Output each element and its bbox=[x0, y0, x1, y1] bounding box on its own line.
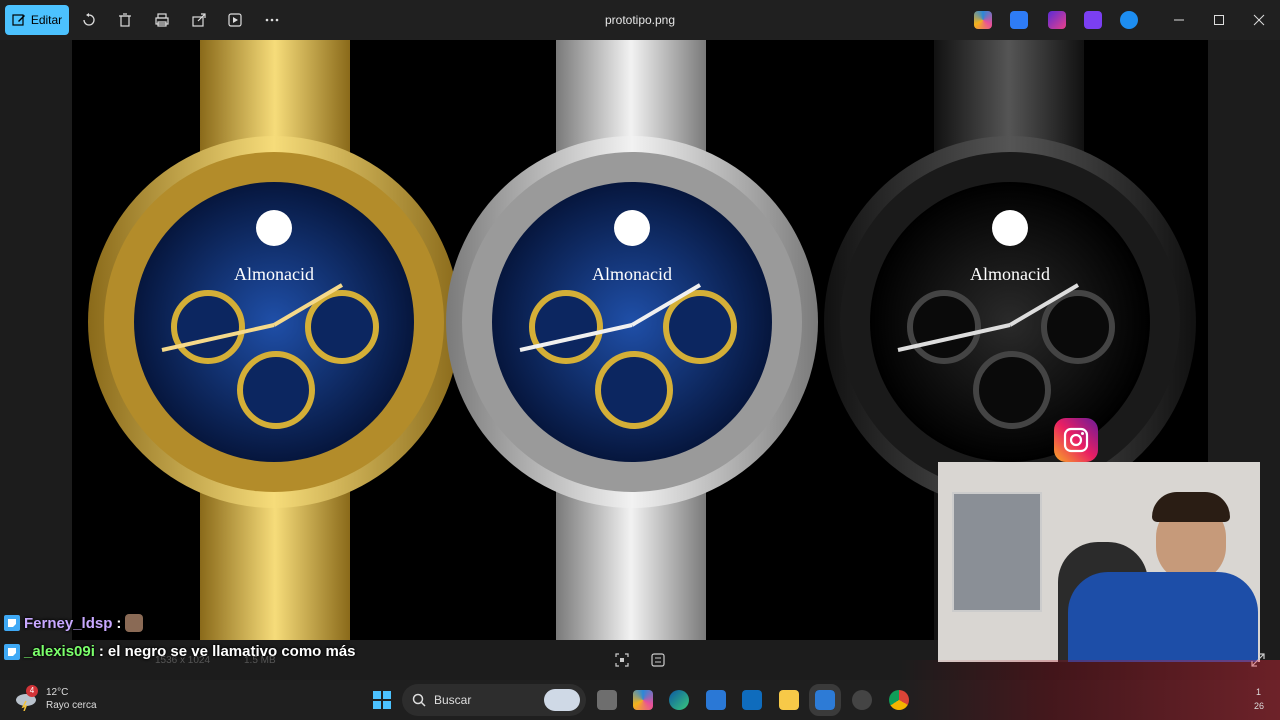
edge-icon[interactable] bbox=[669, 690, 689, 710]
instagram-icon bbox=[1054, 418, 1098, 462]
webcam-overlay bbox=[938, 462, 1260, 662]
edit-icon bbox=[12, 14, 25, 26]
gold-watch: Almonacid bbox=[88, 40, 460, 640]
image-dimensions: 1536 x 1024 bbox=[155, 655, 211, 666]
maximize-icon[interactable] bbox=[1209, 10, 1229, 30]
person-hair bbox=[1152, 492, 1230, 522]
twitch-badge-icon bbox=[4, 615, 20, 631]
copilot-icon[interactable] bbox=[974, 11, 992, 29]
close-icon[interactable] bbox=[1249, 10, 1269, 30]
video-editor-icon[interactable] bbox=[1084, 11, 1102, 29]
clock-fragment: 1 bbox=[1256, 687, 1262, 697]
obs-icon[interactable] bbox=[852, 690, 872, 710]
chrome-icon[interactable] bbox=[889, 690, 909, 710]
file-size: 1.5 MB bbox=[244, 655, 276, 666]
weather-widget[interactable]: 4 12°C Rayo cerca bbox=[14, 685, 97, 712]
search-highlight-icon bbox=[544, 689, 580, 711]
search-placeholder: Buscar bbox=[434, 693, 472, 707]
rotate-icon[interactable] bbox=[79, 10, 99, 30]
store-icon[interactable] bbox=[706, 690, 726, 710]
print-icon[interactable] bbox=[152, 10, 172, 30]
task-view-icon[interactable] bbox=[597, 690, 617, 710]
silver-watch: Almonacid bbox=[446, 40, 818, 640]
chat-separator: : bbox=[116, 614, 122, 632]
search-icon bbox=[412, 693, 426, 707]
emote-icon bbox=[125, 614, 144, 632]
share-icon[interactable] bbox=[189, 10, 209, 30]
date-fragment: 26 bbox=[1254, 701, 1265, 711]
file-explorer-icon[interactable] bbox=[779, 690, 799, 710]
chat-username: Ferney_ldsp bbox=[24, 614, 113, 632]
weather-icon: 4 bbox=[14, 685, 38, 712]
start-icon[interactable] bbox=[372, 690, 392, 710]
wall-poster bbox=[952, 492, 1042, 612]
brand-text: Almonacid bbox=[970, 264, 1050, 284]
weather-condition: Rayo cerca bbox=[46, 700, 97, 711]
edit-button[interactable]: Editar bbox=[5, 5, 69, 35]
clipchamp-icon[interactable] bbox=[1048, 11, 1066, 29]
weather-badge: 4 bbox=[26, 685, 38, 697]
mail-icon[interactable] bbox=[742, 690, 762, 710]
copilot-taskbar-icon[interactable] bbox=[633, 690, 653, 710]
slideshow-icon[interactable] bbox=[225, 10, 245, 30]
taskbar-search[interactable]: Buscar bbox=[402, 684, 586, 716]
designer-icon[interactable] bbox=[1010, 11, 1028, 29]
brand-text: Almonacid bbox=[234, 264, 314, 284]
actual-size-icon[interactable] bbox=[650, 652, 666, 668]
fit-screen-icon[interactable] bbox=[614, 652, 630, 668]
overlay-graphic bbox=[900, 660, 1280, 720]
title-bar: Editar prototipo.png bbox=[0, 0, 1280, 40]
more-icon[interactable] bbox=[262, 10, 282, 30]
temperature: 12°C bbox=[46, 687, 69, 698]
chat-message: Ferney_ldsp : bbox=[4, 614, 144, 632]
photos-icon[interactable] bbox=[809, 684, 841, 716]
onedrive-icon[interactable] bbox=[1120, 11, 1138, 29]
brand-text: Almonacid bbox=[592, 264, 672, 284]
edit-label: Editar bbox=[30, 13, 63, 27]
minimize-icon[interactable] bbox=[1169, 10, 1189, 30]
delete-icon[interactable] bbox=[115, 10, 135, 30]
